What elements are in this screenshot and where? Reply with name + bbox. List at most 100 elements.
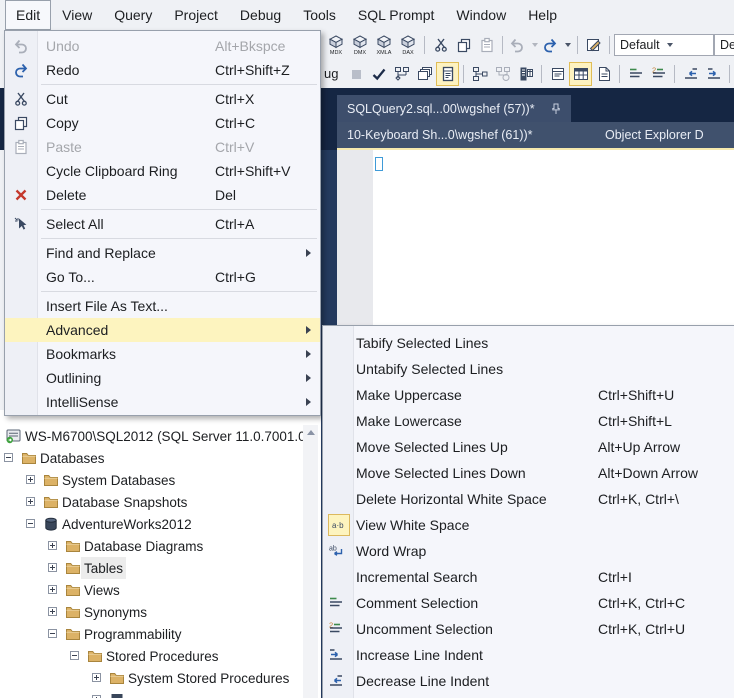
menu-item-undo[interactable]: Undo Alt+Bkspce	[5, 34, 320, 58]
increase-indent-button[interactable]	[702, 62, 725, 86]
live-stats-button[interactable]	[491, 62, 514, 86]
tree-node-programmability[interactable]: Programmability	[0, 623, 321, 645]
submenu-item-decrease-line-indent[interactable]: Decrease Line Indent	[323, 668, 734, 694]
expand-icon[interactable]	[48, 563, 57, 572]
results-text-button[interactable]	[546, 62, 569, 86]
menu-item-cut[interactable]: Cut Ctrl+X	[5, 87, 320, 111]
dmx-query-button[interactable]: DMX	[348, 33, 372, 57]
submenu-item-untabify-selected-lines[interactable]: Untabify Selected Lines	[323, 356, 734, 382]
collapse-icon[interactable]	[26, 519, 35, 528]
submenu-item-view-white-space[interactable]: a·b View White Space	[323, 512, 734, 538]
submenu-item-make-uppercase[interactable]: Make Uppercase Ctrl+Shift+U	[323, 382, 734, 408]
parse-check-button[interactable]	[367, 62, 390, 86]
submenu-item-make-lowercase[interactable]: Make Lowercase Ctrl+Shift+L	[323, 408, 734, 434]
copy-button[interactable]	[452, 33, 475, 57]
menu-item-select-all[interactable]: Select All Ctrl+A	[5, 212, 320, 236]
tree-node-tables[interactable]: Tables	[0, 557, 321, 579]
expand-icon[interactable]	[48, 585, 57, 594]
menu-debug[interactable]: Debug	[229, 0, 292, 30]
uncomment-button[interactable]: 2	[647, 62, 670, 86]
expand-icon[interactable]	[48, 607, 57, 616]
menu-window[interactable]: Window	[445, 0, 517, 30]
menu-view[interactable]: View	[51, 0, 103, 30]
submenu-item-move-selected-lines-up[interactable]: Move Selected Lines Up Alt+Up Arrow	[323, 434, 734, 460]
secondary-combo[interactable]: Default	[714, 33, 734, 56]
tree-node-views[interactable]: Views	[0, 579, 321, 601]
style-combo[interactable]: Default	[614, 33, 714, 56]
menu-item-redo[interactable]: Redo Ctrl+Shift+Z	[5, 58, 320, 82]
menu-item-bookmarks[interactable]: Bookmarks	[5, 342, 320, 366]
tree-node-system-stored-procedures[interactable]: System Stored Procedures	[0, 667, 321, 689]
tree-node-databases[interactable]: Databases	[0, 447, 321, 469]
tree-node-synonyms[interactable]: Synonyms	[0, 601, 321, 623]
collapse-icon[interactable]	[48, 629, 57, 638]
tree-node-system-databases[interactable]: System Databases	[0, 469, 321, 491]
tree-node-label: Databases	[40, 450, 105, 466]
menu-item-copy[interactable]: Copy Ctrl+C	[5, 111, 320, 135]
paste-button[interactable]	[475, 33, 498, 57]
object-explorer-scrollbar[interactable]	[303, 425, 318, 698]
tab-sqlquery2[interactable]: SQLQuery2.sql...00\wgshef (57))*	[337, 95, 571, 122]
menu-sql-prompt[interactable]: SQL Prompt	[347, 0, 446, 30]
expand-icon[interactable]	[26, 475, 35, 484]
dax-query-button[interactable]: DAX	[396, 33, 420, 57]
collapse-icon[interactable]	[4, 453, 13, 462]
results-grid-button[interactable]	[569, 61, 593, 86]
collapse-icon[interactable]	[70, 651, 79, 660]
submenu-item-incremental-search[interactable]: Incremental Search Ctrl+I	[323, 564, 734, 590]
results-file-button[interactable]	[592, 62, 615, 86]
menu-edit[interactable]: Edit	[5, 0, 52, 30]
scroll-up-icon[interactable]	[306, 430, 315, 435]
menu-item-paste[interactable]: Paste Ctrl+V	[5, 135, 320, 159]
expand-icon[interactable]	[48, 541, 57, 550]
menu-item-find-and-replace[interactable]: Find and Replace	[5, 241, 320, 265]
submenu-item-tabify-selected-lines[interactable]: Tabify Selected Lines	[323, 330, 734, 356]
tree-node-database-diagrams[interactable]: Database Diagrams	[0, 535, 321, 557]
cut-button[interactable]	[429, 33, 452, 57]
submenu-item-comment-selection[interactable]: Comment Selection Ctrl+K, Ctrl+C	[323, 590, 734, 616]
menu-item-delete[interactable]: Delete Del	[5, 183, 320, 207]
menu-query[interactable]: Query	[103, 0, 163, 30]
chevron-down-icon	[565, 42, 571, 47]
results-pane-button[interactable]	[436, 61, 460, 86]
menu-item-insert-file-as-text[interactable]: Insert File As Text...	[5, 294, 320, 318]
decrease-indent-button[interactable]	[679, 62, 702, 86]
client-statistics-button[interactable]	[514, 62, 537, 86]
estimated-plan-button[interactable]	[390, 62, 413, 86]
query-options-button[interactable]	[413, 62, 436, 86]
expand-icon[interactable]	[26, 497, 35, 506]
menu-item-intellisense[interactable]: IntelliSense	[5, 390, 320, 414]
tree-node-stored-procedures[interactable]: Stored Procedures	[0, 645, 321, 667]
menu-item-go-to[interactable]: Go To... Ctrl+G	[5, 265, 320, 289]
actual-plan-button[interactable]	[468, 62, 491, 86]
tree-node-database-snapshots[interactable]: Database Snapshots	[0, 491, 321, 513]
pin-icon[interactable]	[551, 103, 561, 115]
menu-item-advanced[interactable]: Advanced	[5, 318, 320, 342]
stop-button[interactable]	[344, 62, 367, 86]
menu-help[interactable]: Help	[517, 0, 568, 30]
debug-button-partial[interactable]: ug	[324, 66, 338, 81]
xmla-query-button[interactable]: XMLA	[372, 33, 396, 57]
tree-node-adventureworks2012[interactable]: AdventureWorks2012	[0, 513, 321, 535]
menu-item-cycle-clipboard-ring[interactable]: Cycle Clipboard Ring Ctrl+Shift+V	[5, 159, 320, 183]
checked-icon-box: a·b	[328, 514, 350, 536]
tab-10-keyboard[interactable]: 10-Keyboard Sh...0\wgshef (61))*	[347, 122, 533, 148]
menu-item-label: Cycle Clipboard Ring	[46, 163, 178, 179]
submenu-item-increase-line-indent[interactable]: Increase Line Indent	[323, 642, 734, 668]
submenu-item-uncomment-selection[interactable]: 2 Uncomment Selection Ctrl+K, Ctrl+U	[323, 616, 734, 642]
mdx-query-button[interactable]: MDX	[324, 33, 348, 57]
tree-node-partial[interactable]	[0, 689, 321, 698]
menu-item-outlining[interactable]: Outlining	[5, 366, 320, 390]
tab-object-explorer-details[interactable]: Object Explorer D	[605, 122, 704, 148]
comment-button[interactable]	[624, 62, 647, 86]
template-parameters-button[interactable]	[582, 33, 605, 57]
undo-button[interactable]	[507, 33, 540, 57]
submenu-item-move-selected-lines-down[interactable]: Move Selected Lines Down Alt+Down Arrow	[323, 460, 734, 486]
submenu-item-delete-horizontal-white-space[interactable]: Delete Horizontal White Space Ctrl+K, Ctr…	[323, 486, 734, 512]
expand-icon[interactable]	[92, 673, 101, 682]
submenu-item-word-wrap[interactable]: ab Word Wrap	[323, 538, 734, 564]
menu-project[interactable]: Project	[163, 0, 229, 30]
menu-tools[interactable]: Tools	[292, 0, 347, 30]
tree-node-ws-m6700-sql2012-sql-server-11-0-7001-0[interactable]: WS-M6700\SQL2012 (SQL Server 11.0.7001.0	[0, 425, 321, 447]
redo-button[interactable]	[540, 33, 573, 57]
